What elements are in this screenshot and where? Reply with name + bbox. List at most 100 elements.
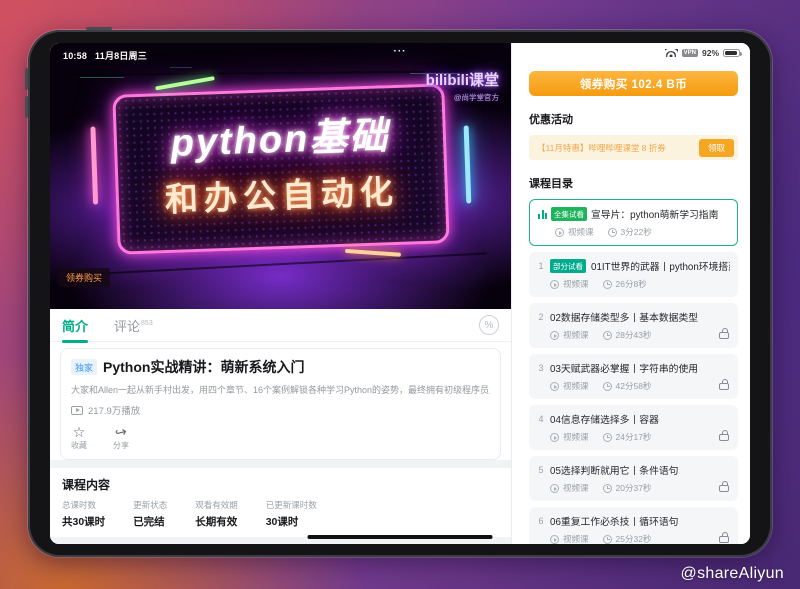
lock-icon [719,536,729,544]
catalog-item-featured[interactable]: 全集试看 宣导片：python萌新学习指南 视频课 3分22秒 [529,199,738,246]
neon-tube-left [90,126,98,204]
video-type-icon [550,280,559,289]
lesson-title: 03天赋武器必掌握丨字符串的使用 [550,361,698,375]
stat-update-status: 更新状态 已完结 [133,499,167,529]
view-count-row: 217.9万播放 [71,403,490,417]
clock-icon [603,433,612,442]
neon-tube-top [155,76,215,90]
stat-updated-lessons: 已更新课时数 30课时 [266,499,317,529]
gradient-background: 10:5811月8日周三 ··· VPN 92% [0,0,800,589]
action-buttons: ☆ 收藏 ↪ 分享 [71,425,490,451]
lesson-title: 05选择判断就用它丨条件语句 [550,463,678,477]
tablet-device: 10:5811月8日周三 ··· VPN 92% [28,30,772,557]
lesson-meta: 视频课42分58秒 [550,380,730,392]
partial-trial-badge: 部分试看 [550,259,586,273]
divider-band [50,460,511,468]
video-type-icon [550,484,559,493]
clock-icon [608,228,617,237]
glitch-streak [80,77,124,78]
coupon-text: 【11月特惠】哔哩哔哩课堂 8 折券 [537,142,699,154]
lesson-meta: 视频课25分32秒 [550,533,730,544]
course-content-section: 课程内容 总课时数 共30课时 更新状态 已完结 观看有效期 长期有效 [50,468,511,537]
catalog-item[interactable]: 3 03天赋武器必掌握丨字符串的使用视频课42分58秒 [529,354,738,399]
exclusive-badge: 独家 [71,359,97,375]
clock-icon [603,280,612,289]
star-icon: ☆ [73,425,86,439]
catalog-list: 1 部分试看 01IT世界的武器丨python环境搭建_第一个视频课26分8秒 2 02… [529,252,738,544]
coupon-row: 【11月特惠】哔哩哔哩课堂 8 折券 领取 [529,135,738,160]
video-type-icon [555,228,564,237]
volume-down-button [25,96,28,118]
stat-validity: 观看有效期 长期有效 [195,499,238,529]
lesson-meta: 视频课 3分22秒 [555,226,729,238]
catalog-item[interactable]: 2 02数据存储类型多丨基本数据类型视频课28分43秒 [529,303,738,348]
favorite-button[interactable]: ☆ 收藏 [71,425,87,451]
tab-bar: 简介 评论853 % [50,309,511,342]
home-indicator[interactable] [308,535,493,540]
lesson-number: 6 [537,516,545,526]
glitch-streak [170,67,192,68]
lesson-number: 5 [537,465,545,475]
wire-decoration [81,252,487,275]
lock-icon [719,383,729,391]
lesson-title: 02数据存储类型多丨基本数据类型 [550,310,698,324]
lesson-title: 01IT世界的武器丨python环境搭建_第一个 [591,259,730,273]
course-info-card: 独家 Python实战精讲：萌新系统入门 大家和Allen一起从新手村出发，用四… [60,348,501,460]
video-type-icon [550,331,559,340]
bilibili-classroom-logo: bilibili课堂 @尚学堂官方 [426,69,499,103]
watermark: @shareAliyun [681,565,784,583]
banner-coupon-tag[interactable]: 领券购买 [58,268,110,287]
banner-title-line2: 和办公自动化 [118,163,445,222]
clock-icon [603,535,612,544]
lesson-number: 3 [537,363,545,373]
video-type-icon [550,382,559,391]
power-button [86,27,112,30]
buy-button[interactable]: 领券购买 102.4 B币 [529,71,738,96]
lesson-meta: 视频课26分8秒 [550,278,730,290]
neon-tube-right [463,125,471,203]
volume-up-button [25,68,28,90]
tab-intro[interactable]: 简介 [62,316,88,335]
course-title: Python实战精讲：萌新系统入门 [103,357,304,377]
lesson-title: 06重复工作必杀技丨循环语句 [550,514,678,528]
section-title-content: 课程内容 [62,476,499,493]
neon-tube-bottom [344,249,400,257]
clock-icon [603,331,612,340]
clock-icon [603,382,612,391]
promo-section-title: 优惠活动 [529,111,738,127]
lesson-number: 2 [537,312,545,322]
play-count-icon [71,406,83,415]
lesson-number: 4 [537,414,545,424]
share-icon: ↪ [114,424,129,440]
neon-sign: python基础 和办公自动化 [112,83,449,254]
lesson-title: 宣导片：python萌新学习指南 [591,207,718,221]
comment-count: 853 [141,320,153,327]
course-detail-pane: python基础 和办公自动化 bilibili课堂 @尚学堂官方 领券购买 简… [50,43,511,544]
purchase-catalog-pane: 领券购买 102.4 B币 优惠活动 【11月特惠】哔哩哔哩课堂 8 折券 领取… [511,43,750,544]
banner-title-line1: python基础 [115,102,443,168]
stat-total-lessons: 总课时数 共30课时 [62,499,105,529]
clock-icon [603,484,612,493]
course-banner-video[interactable]: python基础 和办公自动化 bilibili课堂 @尚学堂官方 领券购买 [50,43,511,309]
course-description: 大家和Allen一起从新手村出发，用四个章节、16个案例解锁各种学习Python… [71,383,490,396]
video-type-icon [550,535,559,544]
lock-icon [719,434,729,442]
claim-coupon-button[interactable]: 领取 [699,139,734,157]
lesson-title: 04信息存储选择多丨容器 [550,412,659,426]
banner-author: @尚学堂官方 [426,92,499,103]
tab-comments[interactable]: 评论853 [114,316,153,335]
lesson-meta: 视频课20分37秒 [550,482,730,494]
view-count: 217.9万播放 [88,403,140,417]
catalog-section-title: 课程目录 [529,175,738,191]
screen: 10:5811月8日周三 ··· VPN 92% [50,43,750,544]
catalog-item[interactable]: 404信息存储选择多丨容器视频课24分17秒 [529,405,738,450]
lesson-number: 1 [537,261,545,271]
share-button[interactable]: ↪ 分享 [113,425,129,451]
discount-icon[interactable]: % [479,315,499,335]
lesson-meta: 视频课28分43秒 [550,329,730,341]
lock-icon [719,485,729,493]
catalog-item[interactable]: 5 05选择判断就用它丨条件语句视频课20分37秒 [529,456,738,501]
catalog-item[interactable]: 6 06重复工作必杀技丨循环语句视频课25分32秒 [529,507,738,544]
now-playing-icon [538,210,547,219]
catalog-item[interactable]: 1 部分试看 01IT世界的武器丨python环境搭建_第一个视频课26分8秒 [529,252,738,297]
